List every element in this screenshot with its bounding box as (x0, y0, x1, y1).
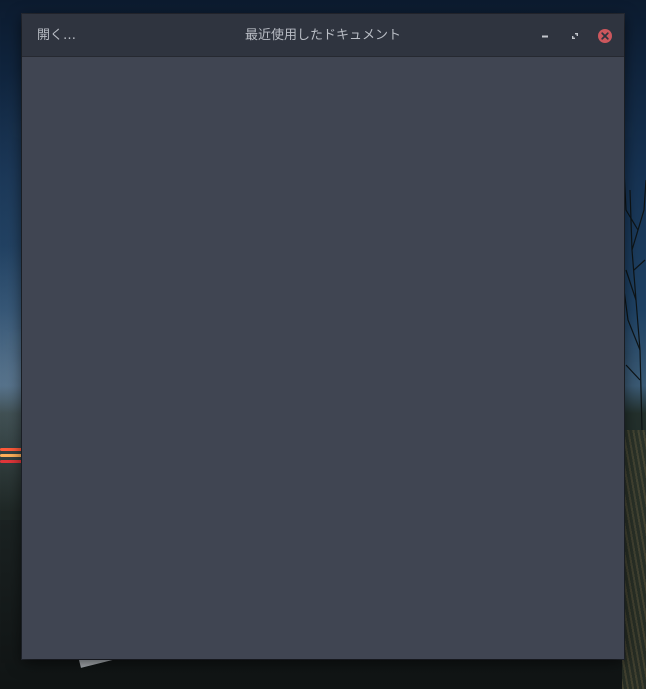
title-bar[interactable]: 開く… 最近使用したドキュメント (22, 14, 624, 57)
maximize-button[interactable] (566, 27, 584, 45)
minimize-icon (542, 35, 548, 38)
close-button[interactable] (596, 27, 614, 45)
recent-documents-area (22, 57, 624, 659)
app-window: 開く… 最近使用したドキュメント (22, 14, 624, 659)
window-controls (524, 27, 614, 45)
tree-silhouette (623, 169, 646, 430)
maximize-icon (572, 33, 578, 39)
minimize-button[interactable] (536, 27, 554, 45)
close-icon (598, 29, 612, 43)
grass (622, 430, 646, 689)
desktop-background: 開く… 最近使用したドキュメント (0, 0, 646, 689)
open-button[interactable]: 開く… (28, 22, 85, 49)
